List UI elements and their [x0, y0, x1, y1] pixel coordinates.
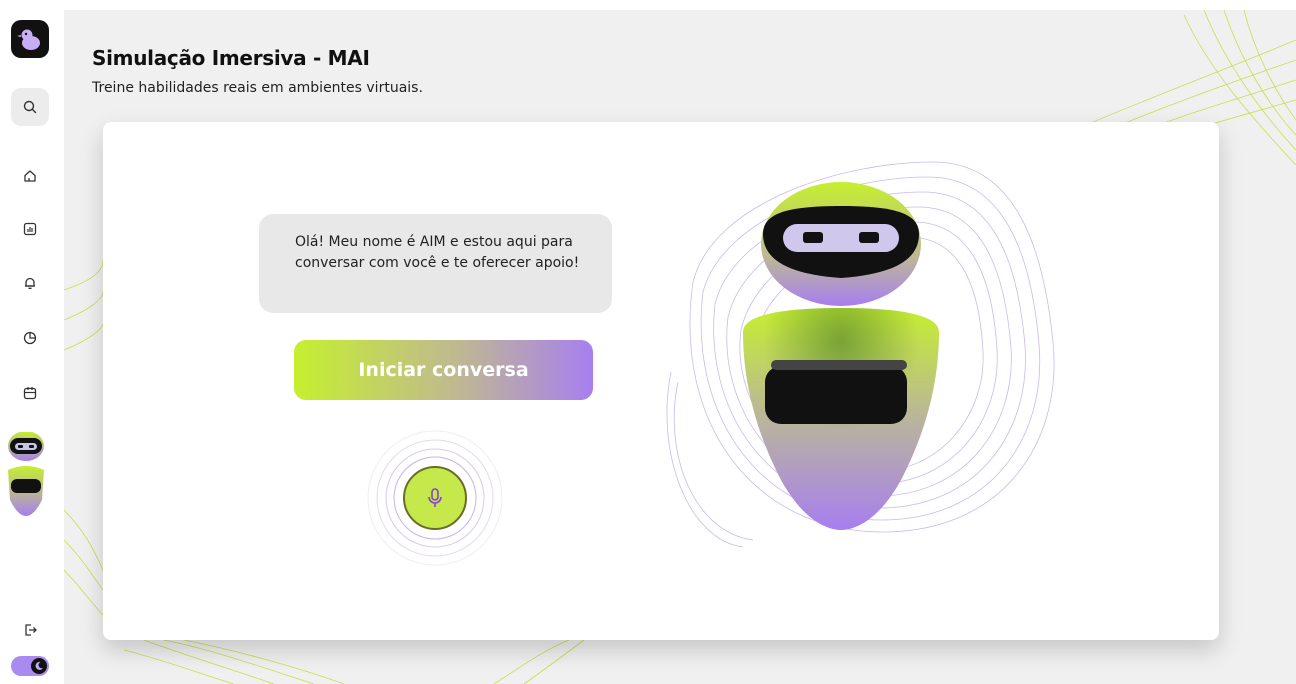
card-contour-lines	[666, 161, 1055, 548]
toggle-knob	[31, 658, 47, 674]
robot-illustration	[743, 182, 939, 530]
app-logo[interactable]	[11, 20, 49, 58]
logout-button[interactable]	[18, 618, 42, 642]
sidebar-assistant-avatar[interactable]	[4, 431, 58, 524]
nav-reports[interactable]	[18, 217, 42, 241]
microphone-control	[365, 428, 505, 568]
sidebar	[0, 0, 64, 684]
pie-chart-icon	[23, 331, 37, 345]
search-button[interactable]	[11, 88, 49, 126]
calendar-icon	[23, 387, 37, 400]
home-icon	[24, 170, 36, 182]
page-subtitle: Treine habilidades reais em ambientes vi…	[92, 80, 423, 96]
robot-icon	[8, 431, 44, 516]
bell-icon	[25, 277, 35, 289]
simulation-card: Olá! Meu nome é AIM e estou aqui para co…	[103, 122, 1219, 640]
microphone-button[interactable]	[403, 466, 467, 530]
page-title: Simulação Imersiva - MAI	[92, 46, 370, 70]
moon-icon	[35, 661, 43, 670]
nav-home[interactable]	[18, 164, 42, 188]
theme-toggle[interactable]	[11, 656, 49, 676]
main-content: Simulação Imersiva - MAI Treine habilida…	[64, 10, 1296, 684]
logout-icon	[25, 624, 37, 636]
search-icon	[23, 100, 37, 114]
chat-bubble: Olá! Meu nome é AIM e estou aqui para co…	[259, 214, 612, 313]
nav-calendar[interactable]	[18, 381, 42, 405]
duck-logo-icon	[17, 29, 40, 50]
start-conversation-button[interactable]: Iniciar conversa	[294, 340, 593, 400]
nav-notifications[interactable]	[18, 271, 42, 295]
microphone-icon	[428, 488, 442, 507]
bar-chart-icon	[23, 222, 37, 236]
nav-analytics[interactable]	[18, 326, 42, 350]
